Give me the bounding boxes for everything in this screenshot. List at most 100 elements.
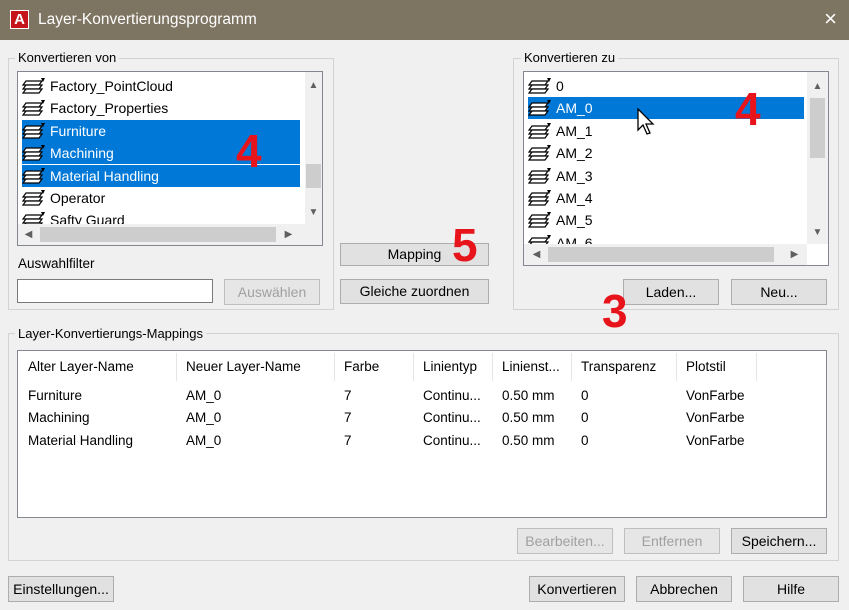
- list-item-label: 0: [556, 78, 564, 94]
- scroll-left-icon[interactable]: ◀: [20, 226, 37, 243]
- scroll-up-icon[interactable]: ▲: [305, 77, 322, 94]
- table-cell: 0: [581, 388, 589, 403]
- column-header[interactable]: Farbe: [334, 351, 413, 383]
- column-header[interactable]: Neuer Layer-Name: [176, 351, 334, 383]
- list-item[interactable]: AM_4: [528, 187, 804, 209]
- table-cell: AM_0: [186, 410, 222, 426]
- column-divider: [756, 353, 757, 381]
- convert-to-hscrollbar[interactable]: ◀ ▶: [524, 244, 807, 265]
- table-cell: 7: [344, 388, 352, 403]
- table-cell: 0.50 mm: [502, 410, 555, 426]
- edit-button[interactable]: Bearbeiten...: [517, 528, 613, 554]
- scroll-left-icon[interactable]: ◀: [528, 246, 545, 263]
- layer-stack-icon: [528, 190, 551, 206]
- layer-stack-icon: [22, 145, 45, 161]
- layer-stack-icon: [528, 212, 551, 228]
- list-item[interactable]: 0: [528, 75, 804, 97]
- settings-button[interactable]: Einstellungen...: [8, 576, 114, 602]
- convert-to-vscrollbar[interactable]: ▲ ▼: [807, 72, 828, 244]
- scroll-up-icon[interactable]: ▲: [809, 78, 826, 95]
- layer-stack-icon: [22, 78, 45, 94]
- remove-button[interactable]: Entfernen: [624, 528, 720, 554]
- list-item-label: AM_0: [556, 97, 593, 120]
- annotation-marker-4-from: 4: [236, 125, 262, 177]
- load-button[interactable]: Laden...: [623, 279, 719, 305]
- scroll-right-icon[interactable]: ▶: [786, 246, 803, 263]
- help-button[interactable]: Hilfe: [743, 576, 839, 602]
- column-header[interactable]: Plotstil: [676, 351, 756, 383]
- column-header[interactable]: Transparenz: [571, 351, 676, 383]
- annotation-marker-5: 5: [452, 219, 478, 271]
- convert-to-list[interactable]: 0 AM_0 AM_1 AM_2 AM_3 AM_4 AM_5 AM_6 ▲ ▼ ◀ ▶: [523, 71, 829, 266]
- table-cell: Continu...: [423, 410, 481, 426]
- list-item-label: Factory_PointCloud: [50, 78, 173, 94]
- new-button[interactable]: Neu...: [731, 279, 827, 305]
- mappings-table[interactable]: Alter Layer-Name Neuer Layer-Name Farbe Lin…: [17, 350, 827, 518]
- list-item[interactable]: AM_5: [528, 209, 804, 231]
- list-item-label: AM_4: [556, 190, 593, 206]
- list-item[interactable]: AM_0: [528, 97, 804, 120]
- convert-to-label: Konvertieren zu: [521, 50, 619, 65]
- select-button[interactable]: Auswählen: [224, 279, 320, 305]
- scroll-thumb[interactable]: [306, 164, 321, 188]
- convert-from-list[interactable]: Factory_PointCloud Factory_Properties Furn…: [17, 71, 323, 246]
- table-cell: 7: [344, 432, 352, 448]
- layer-stack-icon: [528, 122, 551, 139]
- layer-stack-icon: [22, 100, 45, 116]
- table-cell: 0.50 mm: [502, 388, 555, 403]
- list-item-label: Factory_Properties: [50, 100, 169, 117]
- save-button[interactable]: Speichern...: [731, 528, 827, 554]
- list-item-label: Machining: [50, 142, 114, 165]
- list-item-label: Furniture: [50, 119, 107, 142]
- list-item[interactable]: AM_2: [528, 142, 804, 164]
- table-cell: Continu...: [423, 388, 481, 403]
- window-title: Layer-Konvertierungsprogramm: [38, 11, 257, 28]
- map-same-button[interactable]: Gleiche zuordnen: [340, 279, 489, 304]
- table-row[interactable]: Material Handling AM_0 7 Continu... 0.50 mm 0…: [18, 430, 826, 452]
- convert-from-hscrollbar[interactable]: ◀ ▶: [18, 224, 305, 245]
- table-cell: AM_0: [186, 388, 222, 403]
- layer-stack-icon: [22, 190, 45, 206]
- list-item-label: AM_5: [556, 212, 593, 229]
- title-bar: A Layer-Konvertierungsprogramm ×: [0, 0, 849, 40]
- table-cell: Furniture: [28, 388, 83, 403]
- scroll-down-icon[interactable]: ▼: [305, 204, 322, 221]
- filter-label: Auswahlfilter: [18, 256, 95, 271]
- table-row[interactable]: Machining AM_0 7 Continu... 0.50 mm 0 VonFarbe: [18, 407, 826, 429]
- layer-stack-icon: [528, 145, 551, 161]
- list-item-label: AM_3: [556, 167, 593, 184]
- column-header[interactable]: Linienst...: [492, 351, 571, 383]
- autocad-logo-icon: A: [10, 10, 29, 29]
- list-item[interactable]: Factory_Properties: [22, 97, 300, 119]
- table-row[interactable]: Furniture AM_0 7 Continu... 0.50 mm 0 VonFarbe: [18, 385, 826, 407]
- scroll-thumb[interactable]: [810, 98, 825, 158]
- scroll-thumb[interactable]: [548, 247, 774, 262]
- table-cell: AM_0: [186, 432, 222, 448]
- list-item[interactable]: Operator: [22, 187, 300, 209]
- close-icon[interactable]: ×: [824, 6, 837, 32]
- layer-stack-icon: [528, 167, 551, 184]
- cancel-button[interactable]: Abbrechen: [636, 576, 732, 602]
- column-header[interactable]: Linientyp: [413, 351, 492, 383]
- scroll-down-icon[interactable]: ▼: [809, 224, 826, 241]
- table-cell: Continu...: [423, 432, 481, 448]
- scroll-corner: [305, 224, 322, 245]
- column-header[interactable]: Alter Layer-Name: [18, 351, 176, 383]
- convert-from-vscrollbar[interactable]: ▲ ▼: [305, 72, 322, 224]
- list-item[interactable]: Factory_PointCloud: [22, 75, 300, 97]
- scroll-thumb[interactable]: [40, 227, 276, 242]
- layer-stack-icon: [22, 167, 45, 184]
- annotation-marker-3: 3: [602, 285, 628, 337]
- list-item-label: AM_2: [556, 145, 593, 162]
- annotation-marker-4-to: 4: [735, 83, 761, 135]
- scroll-right-icon[interactable]: ▶: [280, 226, 297, 243]
- mouse-cursor-icon: [637, 108, 655, 135]
- convert-button[interactable]: Konvertieren: [529, 576, 625, 602]
- list-item[interactable]: AM_1: [528, 120, 804, 142]
- list-item-label: Operator: [50, 190, 106, 206]
- filter-input[interactable]: [17, 279, 213, 303]
- table-cell: 0.50 mm: [502, 432, 555, 448]
- layer-stack-icon: [22, 122, 45, 139]
- list-item[interactable]: AM_3: [528, 165, 804, 187]
- table-cell: VonFarbe: [686, 410, 745, 426]
